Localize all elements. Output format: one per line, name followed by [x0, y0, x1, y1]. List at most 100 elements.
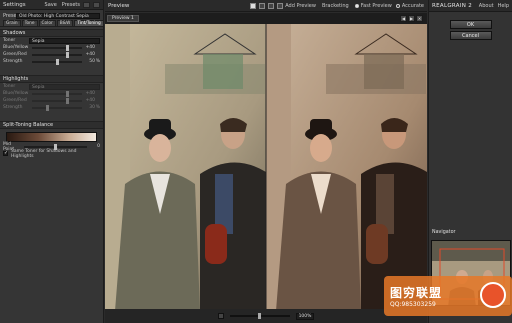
- add-preview-button[interactable]: Add Preview: [285, 3, 316, 9]
- shadows-green-red-value: +40: [85, 52, 96, 57]
- shadows-strength-row: Strength 50 %: [0, 58, 103, 65]
- highlights-green-red-value: +40: [85, 98, 96, 103]
- brand-bar: REALGRAIN 2 About Help: [429, 0, 512, 12]
- shadows-green-red-label: Green/Red: [3, 52, 27, 57]
- preview-area[interactable]: Preview 1 ◀ ▶ ✕: [105, 13, 427, 311]
- split-view-icon[interactable]: [259, 2, 266, 9]
- preview-title: Preview: [108, 2, 130, 9]
- preview-tab[interactable]: Preview 1: [107, 15, 139, 22]
- highlights-strength-knob[interactable]: [45, 104, 49, 111]
- shadows-section-title[interactable]: Shadows: [0, 29, 103, 37]
- shadows-green-red-slider[interactable]: [32, 51, 82, 58]
- watermark-badge: 图穷联盟 QQ:985303259: [384, 276, 512, 316]
- highlights-green-red-row: Green/Red +40: [0, 97, 103, 104]
- tab-grain[interactable]: Grain: [3, 20, 21, 26]
- tab-tint-toning[interactable]: Tint/Toning: [74, 20, 104, 26]
- preset-select[interactable]: Old Photo: High Contrast Sepia: [16, 12, 100, 19]
- preset-add-icon[interactable]: [83, 1, 90, 8]
- next-preview-icon[interactable]: ▶: [408, 15, 415, 22]
- fast-preview-label: Fast Preview: [360, 2, 392, 9]
- highlights-blue-yellow-label: Blue/Yellow: [3, 91, 29, 96]
- midpoint-knob[interactable]: [54, 143, 57, 150]
- fast-preview-radio-icon: [354, 3, 359, 8]
- tab-b-w[interactable]: B&W: [56, 20, 74, 26]
- highlights-strength-slider[interactable]: [32, 104, 82, 111]
- shadows-strength-knob[interactable]: [55, 58, 59, 65]
- accurate-label: Accurate: [401, 2, 424, 9]
- close-preview-icon[interactable]: ✕: [416, 15, 423, 22]
- zoom-select[interactable]: 100%: [295, 312, 315, 320]
- split-toning-gradient: [6, 132, 97, 142]
- side-by-side-view-icon[interactable]: [268, 2, 275, 9]
- accurate-option[interactable]: Accurate: [395, 2, 424, 9]
- fit-view-icon[interactable]: [217, 313, 224, 319]
- highlights-green-red-knob[interactable]: [65, 97, 69, 104]
- settings-header: Settings Save Presets: [0, 0, 103, 10]
- single-view-icon[interactable]: [250, 2, 257, 9]
- zoom-bar: 100%: [105, 309, 427, 323]
- preset-label: Preset: [3, 12, 19, 19]
- shadows-toner-label: Toner: [3, 38, 16, 43]
- prev-preview-icon[interactable]: ◀: [400, 15, 407, 22]
- shadows-blue-yellow-label: Blue/Yellow: [3, 45, 29, 50]
- highlights-green-red-slider[interactable]: [32, 97, 82, 104]
- about-link[interactable]: About: [479, 3, 494, 9]
- highlights-toner-row: Toner Sepia: [0, 83, 103, 90]
- watermark-title: 图穷联盟: [390, 286, 443, 300]
- highlights-toner-select[interactable]: Sepia: [29, 83, 100, 90]
- shadows-blue-yellow-value: +40: [85, 45, 96, 50]
- shadows-green-red-row: Green/Red +40: [0, 51, 103, 58]
- ok-button[interactable]: OK: [449, 20, 492, 29]
- tab-tone[interactable]: Tone: [21, 20, 38, 26]
- preview-toolbar: Preview Add Preview Bracketing Fast Prev…: [105, 0, 427, 12]
- watermark-contact: QQ:985303259: [390, 301, 436, 308]
- highlights-strength-value: 30: [89, 105, 95, 110]
- zoom-knob[interactable]: [258, 313, 262, 319]
- shadows-toner-row: Toner Sepia: [0, 37, 103, 44]
- cancel-button[interactable]: Cancel: [449, 31, 492, 40]
- shadows-green-red-knob[interactable]: [65, 51, 69, 58]
- navigator-title: Navigator: [432, 230, 456, 235]
- shadows-strength-label: Strength: [3, 59, 23, 64]
- same-toner-row: Same Toner for Shadows and Highlights: [0, 149, 103, 159]
- preset-remove-icon[interactable]: [93, 1, 100, 8]
- settings-tabs: Grain Tone Color B&W Tint/Toning: [0, 19, 104, 27]
- shadows-strength-slider[interactable]: [32, 58, 82, 65]
- brand-logo: REALGRAIN 2: [432, 2, 473, 9]
- settings-panel: Settings Save Presets Preset Old Photo: …: [0, 0, 104, 323]
- zoom-slider[interactable]: [229, 313, 290, 319]
- highlights-strength-label: Strength: [3, 105, 23, 110]
- add-preview-icon[interactable]: [277, 2, 284, 9]
- shadows-blue-yellow-row: Blue/Yellow +40: [0, 44, 103, 51]
- shadows-strength-unit: %: [95, 59, 100, 64]
- bracketing-button[interactable]: Bracketing: [322, 3, 349, 9]
- accurate-radio-icon: [395, 3, 400, 8]
- highlights-blue-yellow-row: Blue/Yellow +40: [0, 90, 103, 97]
- preset-row: Preset Old Photo: High Contrast Sepia: [0, 12, 103, 19]
- shadows-blue-yellow-slider[interactable]: [32, 44, 82, 51]
- highlights-green-red-label: Green/Red: [3, 98, 27, 103]
- midpoint-slider[interactable]: [24, 143, 87, 150]
- highlights-blue-yellow-slider[interactable]: [32, 90, 82, 97]
- shadows-toner-select[interactable]: Sepia: [29, 37, 100, 44]
- same-toner-checkbox[interactable]: [3, 150, 8, 156]
- fast-preview-option[interactable]: Fast Preview: [354, 2, 392, 9]
- preview-tab-tools: ◀ ▶ ✕: [400, 15, 423, 22]
- original-photo: [105, 24, 266, 311]
- presets-button[interactable]: Presets: [62, 2, 80, 8]
- tab-color[interactable]: Color: [38, 20, 56, 26]
- help-link[interactable]: Help: [498, 3, 509, 9]
- preview-image: [105, 24, 427, 311]
- right-panel: REALGRAIN 2 About Help OK Cancel Navigat…: [428, 0, 512, 323]
- highlights-section-title[interactable]: Highlights: [0, 75, 103, 83]
- split-toning-section-title[interactable]: Split-Toning Balance: [0, 121, 103, 129]
- highlights-blue-yellow-value: +40: [85, 91, 96, 96]
- toned-photo: [266, 24, 427, 311]
- save-button[interactable]: Save: [45, 2, 57, 8]
- highlights-strength-unit: %: [95, 105, 100, 110]
- watermark-logo-icon: [480, 282, 506, 308]
- highlights-blue-yellow-knob[interactable]: [65, 90, 69, 97]
- shadows-blue-yellow-knob[interactable]: [65, 44, 69, 51]
- highlights-strength-row: Strength 30 %: [0, 104, 103, 111]
- settings-title: Settings: [3, 1, 26, 8]
